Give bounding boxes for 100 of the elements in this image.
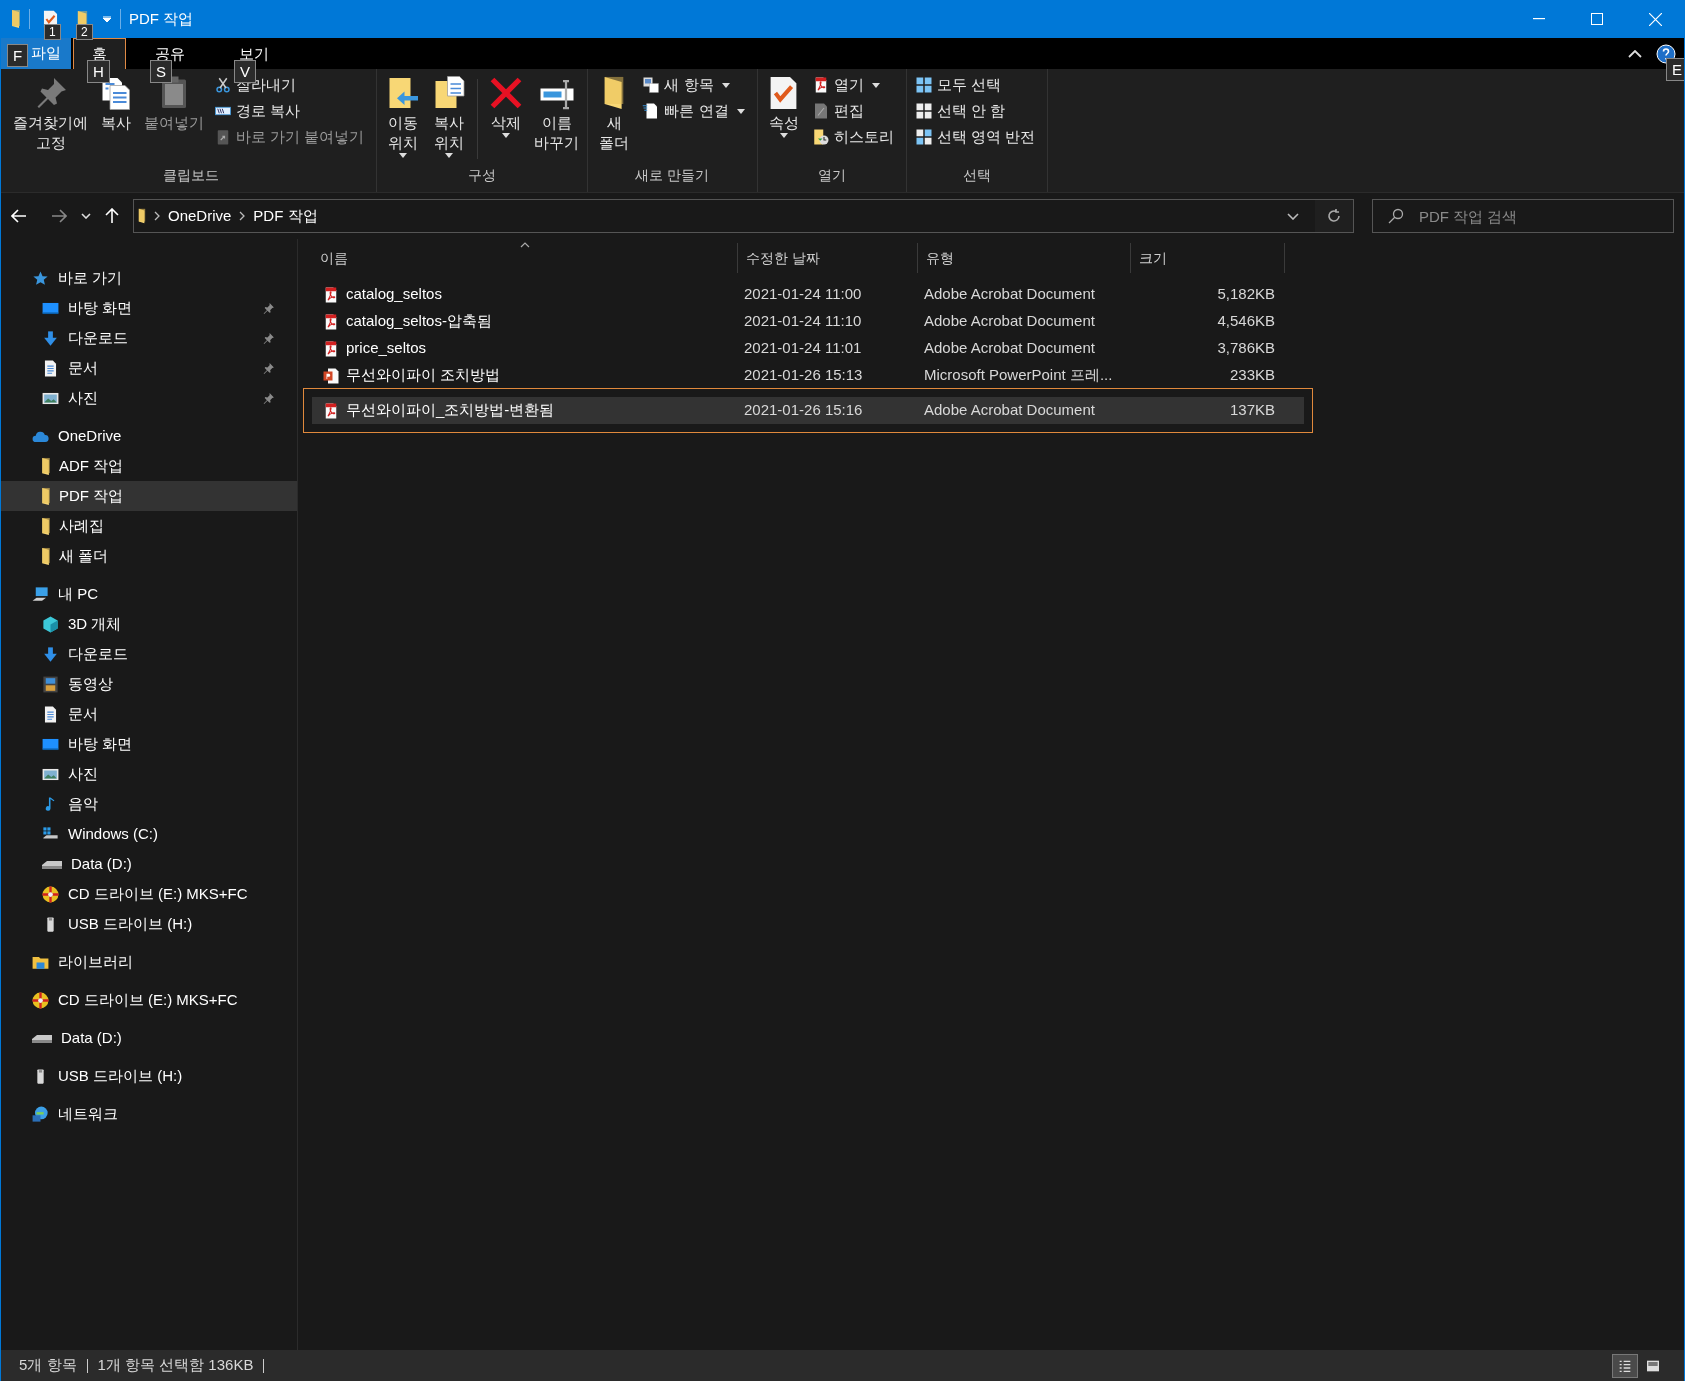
sidebar-item[interactable]: 바탕 화면	[1, 729, 297, 759]
caret-icon[interactable]	[102, 16, 112, 22]
folder-icon	[41, 546, 51, 566]
type-cell-text: Microsoft PowerPoint 프레...	[923, 365, 1114, 386]
sidebar-item[interactable]: 새 폴더	[1, 541, 297, 571]
sidebar-item[interactable]: OneDrive	[1, 421, 297, 451]
date-cell-text: 2021-01-26 15:16	[743, 400, 864, 421]
refresh-button[interactable]	[1315, 200, 1353, 232]
view-button[interactable]	[1612, 1353, 1638, 1378]
date-cell-text: 2021-01-24 11:00	[743, 284, 863, 305]
pin-icon	[262, 301, 275, 315]
file-row[interactable]: 무선와이파이 조치방법 2021-01-26 15:13 Microsoft PowerPoint 프레... 233KB	[312, 362, 1304, 389]
sidebar-item[interactable]: Windows (C:)	[1, 819, 297, 849]
address-field[interactable]: OneDrive PDF 작업	[133, 199, 1354, 233]
ribbon-button[interactable]: 새 항목	[642, 73, 745, 97]
date-cell-text: 2021-01-26 15:13	[743, 365, 864, 386]
ribbon-button[interactable]: 복사 위치	[427, 73, 472, 165]
file-row[interactable]: price_seltos 2021-01-24 11:01 Adobe Acrobat Document 3,786KB	[312, 335, 1304, 362]
folder-icon	[41, 516, 51, 536]
file-row[interactable]: 무선와이파이_조치방법-변환됨 2021-01-26 15:16 Adobe Acrobat Document 137KB	[312, 397, 1304, 424]
ribbon-button[interactable]: 경로 복사	[214, 99, 365, 123]
group-label: 새로 만들기	[634, 166, 711, 185]
selection-info: 1개 항목 선택함 136KB	[97, 1355, 254, 1376]
ribbon-button[interactable]: 히스토리	[811, 125, 894, 149]
sidebar-item[interactable]: 내 PC	[1, 579, 297, 609]
chevron-right-icon[interactable]	[239, 211, 246, 221]
globe-icon	[31, 1104, 50, 1124]
ribbon-button[interactable]: 빠른 연결	[642, 99, 745, 123]
caret-icon	[502, 133, 511, 138]
sidebar-item[interactable]: 다운로드	[1, 639, 297, 669]
chevron-down-icon[interactable]	[81, 213, 91, 219]
type-cell-text: Adobe Acrobat Document	[923, 400, 1096, 421]
up-arrow-icon[interactable]	[105, 208, 119, 224]
ribbon-button[interactable]: 편집	[811, 99, 894, 123]
file-name: catalog_seltos	[346, 284, 442, 305]
file-name: 무선와이파이_조치방법-변환됨	[346, 400, 555, 421]
group-label: 구성	[467, 166, 498, 185]
search-field[interactable]: PDF 작업 검색	[1372, 199, 1674, 233]
breadcrumb[interactable]: OneDrive	[168, 204, 232, 228]
column-header[interactable]: 수정한 날짜	[738, 243, 918, 273]
sidebar-item[interactable]: 바로 가기	[1, 263, 297, 293]
column-header[interactable]: 크기	[1131, 243, 1285, 273]
sidebar-item[interactable]: 사례집	[1, 511, 297, 541]
chevron-right-icon[interactable]	[154, 211, 160, 221]
checkmark-document-icon	[769, 75, 798, 111]
column-header[interactable]: 유형	[918, 243, 1131, 273]
ribbon-button[interactable]: 모두 선택	[914, 73, 1035, 97]
disc-icon	[31, 990, 50, 1010]
group-label: 클립보드	[161, 166, 220, 185]
sidebar-item[interactable]: CD 드라이브 (E:) MKS+FC	[1, 985, 297, 1015]
collapse-ribbon-icon[interactable]	[1628, 49, 1642, 58]
sidebar-item[interactable]: 네트워크	[1, 1099, 297, 1129]
grid-icon	[914, 76, 933, 94]
sidebar-item[interactable]: Data (D:)	[1, 849, 297, 879]
cube-icon	[41, 614, 60, 634]
size-cell-text: 3,786KB	[1216, 338, 1276, 359]
sidebar-item[interactable]: PDF 작업	[1, 481, 297, 511]
new-item-icon	[642, 76, 661, 94]
file-row[interactable]: catalog_seltos-압축됨 2021-01-24 11:10 Adobe Acrobat Document 4,546KB	[312, 308, 1304, 335]
group-label: 선택	[961, 166, 992, 185]
ribbon-button[interactable]: 선택 영역 반전	[914, 125, 1035, 149]
sidebar-item[interactable]: USB 드라이브 (H:)	[1, 1061, 297, 1091]
sidebar-item[interactable]: 라이브러리	[1, 947, 297, 977]
refresh-icon	[1326, 208, 1342, 224]
sidebar-item[interactable]: 문서	[1, 353, 297, 383]
file-name: catalog_seltos-압축됨	[346, 311, 492, 332]
sidebar-item[interactable]: USB 드라이브 (H:)	[1, 909, 297, 939]
keytip-tooltip: S	[150, 60, 172, 83]
folder-icon	[41, 456, 51, 476]
folder-icon	[11, 9, 21, 29]
sidebar-item[interactable]: 사진	[1, 383, 297, 413]
ribbon-button[interactable]: 속성	[761, 73, 806, 165]
sidebar-item[interactable]: 다운로드	[1, 323, 297, 353]
ribbon-button[interactable]: 이름 바꾸기	[530, 73, 584, 165]
ribbon-button[interactable]: 새 폴더	[592, 73, 637, 165]
ribbon-button[interactable]: 열기	[811, 73, 894, 97]
back-arrow-icon[interactable]	[11, 209, 27, 223]
scissors-icon	[214, 76, 232, 94]
sidebar-item[interactable]: 3D 개체	[1, 609, 297, 639]
sidebar-item[interactable]: 바탕 화면	[1, 293, 297, 323]
sidebar-item[interactable]: CD 드라이브 (E:) MKS+FC	[1, 879, 297, 909]
ribbon-button[interactable]: 삭제	[484, 73, 529, 165]
breadcrumb[interactable]: PDF 작업	[253, 204, 318, 228]
sidebar-item[interactable]: ADF 작업	[1, 451, 297, 481]
sidebar-item[interactable]: 음악	[1, 789, 297, 819]
sidebar-item[interactable]: 문서	[1, 699, 297, 729]
sidebar-item[interactable]: Data (D:)	[1, 1023, 297, 1053]
size-cell-text: 233KB	[1228, 365, 1276, 386]
column-header[interactable]: 이름	[312, 243, 738, 273]
ribbon-button[interactable]: 이동 위치	[381, 73, 426, 165]
folder-icon	[41, 486, 51, 506]
keytip-tooltip: E	[1666, 57, 1684, 81]
forward-arrow-icon[interactable]	[51, 209, 67, 223]
ribbon-button[interactable]: 선택 안 함	[914, 99, 1035, 123]
sidebar-item[interactable]: 동영상	[1, 669, 297, 699]
file-row[interactable]: catalog_seltos 2021-01-24 11:00 Adobe Acrobat Document 5,182KB	[312, 281, 1304, 308]
chevron-down-icon[interactable]	[1287, 212, 1299, 220]
sidebar-item[interactable]: 사진	[1, 759, 297, 789]
drive-icon	[31, 1032, 53, 1044]
folder-icon	[603, 75, 626, 111]
